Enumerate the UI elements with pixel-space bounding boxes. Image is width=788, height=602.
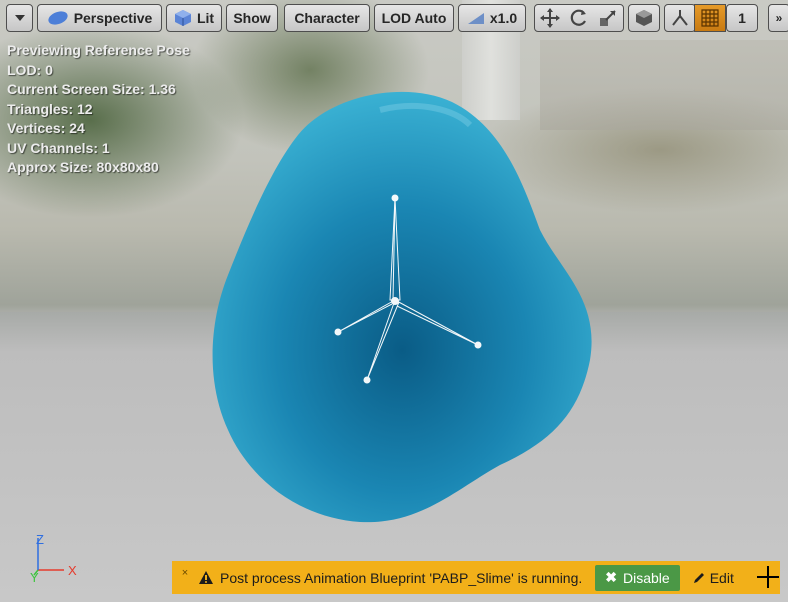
notification-close-button[interactable]: × [172,567,198,579]
rotate-icon[interactable] [569,8,589,28]
playback-speed-button[interactable]: x1.0 [458,4,526,32]
axis-gizmo: X Z Y [30,532,77,585]
speed-icon [467,13,484,24]
edit-button[interactable]: Edit [692,570,734,586]
screen-size-text: Current Screen Size: 1.36 [7,81,176,97]
skeleton-joint[interactable] [391,194,399,202]
skeleton-joint[interactable] [391,297,399,305]
approx-size-text: Approx Size: 80x80x80 [7,159,159,175]
lit-label: Lit [196,10,215,26]
triangles-text: Triangles: 12 [7,100,93,117]
character-button[interactable]: Character [284,4,370,32]
speed-label: x1.0 [489,10,518,26]
skeleton-joint[interactable] [474,341,482,349]
chevron-double-right-icon: » [775,11,783,25]
scale-icon[interactable] [598,8,618,28]
skeleton-joint[interactable] [363,376,371,384]
x-axis-label: X [68,563,77,578]
y-axis-label: Y [30,570,39,585]
world-local-toggle[interactable] [628,4,660,32]
lod-button[interactable]: LOD Auto [374,4,454,32]
close-icon: ✖ [605,569,617,585]
toolbar-overflow-button[interactable]: » [768,4,788,32]
transform-tools-group [534,4,624,32]
lit-cube-icon [174,10,191,26]
grid-snap-value-button[interactable]: 1 [726,4,758,32]
lod-text: LOD: 0 [7,61,53,78]
disable-button[interactable]: ✖ Disable [595,564,680,591]
z-axis-label: Z [36,532,44,547]
notification-message: Post process Animation Blueprint 'PABP_S… [220,569,583,586]
surface-snap-button[interactable] [664,4,696,32]
slime-body [212,91,592,523]
viewport-stats: Previewing Reference Pose LOD: 0 Current… [7,41,190,178]
viewport-toolbar: Perspective Lit Show Character LOD Auto … [4,4,788,32]
show-label: Show [233,10,271,26]
grid-snap-icon [701,9,719,27]
grid-snap-value: 1 [738,10,746,26]
pencil-icon [693,572,704,583]
edit-label: Edit [709,569,734,586]
dropdown-arrow-icon [14,15,25,21]
perspective-label: Perspective [73,10,153,26]
notification-bar: × Post process Animation Blueprint 'PABP… [172,561,780,594]
uv-channels-text: UV Channels: 1 [7,139,110,156]
translate-icon[interactable] [539,8,560,28]
surface-snap-icon [672,10,688,26]
viewport-menu-button[interactable] [6,4,33,32]
character-label: Character [294,10,360,26]
grid-snap-toggle[interactable] [694,4,726,32]
disable-label: Disable [623,569,670,586]
vertices-text: Vertices: 24 [7,120,85,136]
previewing-text: Previewing Reference Pose [7,42,190,58]
show-button[interactable]: Show [226,4,278,32]
lit-button[interactable]: Lit [166,4,222,32]
cube-icon [636,10,652,26]
skeleton-joint[interactable] [334,328,342,336]
perspective-icon [48,11,68,25]
warning-icon [199,571,213,584]
perspective-button[interactable]: Perspective [37,4,162,32]
lod-label: LOD Auto [381,10,447,26]
crosshair-cursor-icon [757,566,779,588]
